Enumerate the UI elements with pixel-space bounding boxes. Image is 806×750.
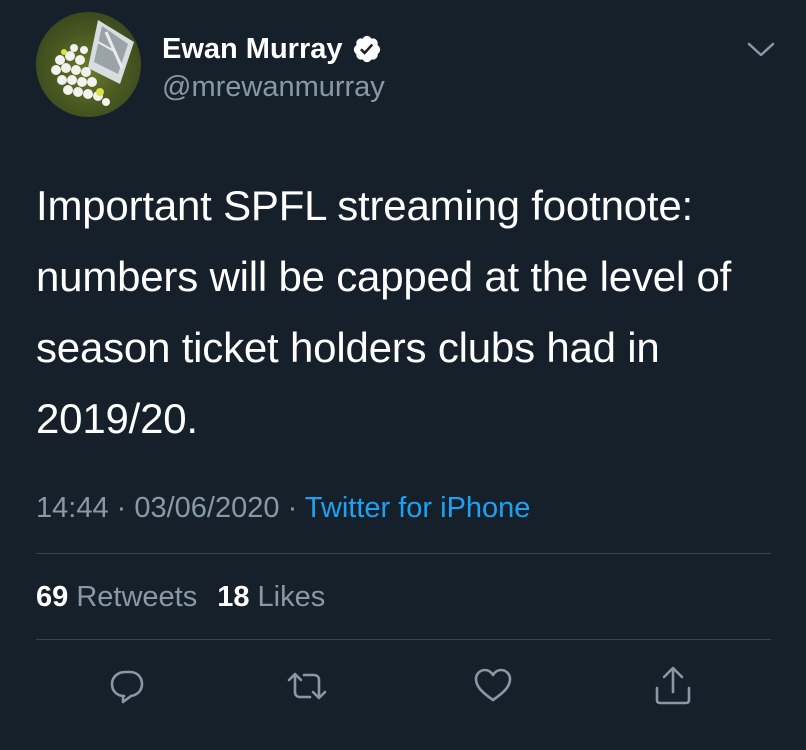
chevron-down-icon xyxy=(747,42,775,57)
likes-count: 18 xyxy=(217,581,250,613)
reply-button[interactable] xyxy=(105,664,149,708)
tweet-time: 14:44 xyxy=(36,492,109,524)
meta-separator: · xyxy=(108,492,135,524)
tweet-meta: 14:44 · 03/06/2020 · Twitter for iPhone xyxy=(36,490,530,526)
retweets-stat[interactable]: 69 Retweets xyxy=(36,581,197,613)
divider xyxy=(36,639,771,640)
likes-stat[interactable]: 18 Likes xyxy=(217,581,325,613)
retweets-label: Retweets xyxy=(76,581,198,613)
tweet-stats: 69 Retweets 18 Likes xyxy=(36,579,325,615)
author-name[interactable]: Ewan Murray xyxy=(162,32,382,66)
author-handle[interactable]: @mrewanmurray xyxy=(162,70,385,104)
more-options-button[interactable] xyxy=(742,34,780,64)
tweet-source-link[interactable]: Twitter for iPhone xyxy=(305,492,531,524)
share-button[interactable] xyxy=(651,664,695,708)
like-icon xyxy=(474,668,512,702)
share-icon xyxy=(655,666,691,705)
author-name-text: Ewan Murray xyxy=(162,33,343,65)
avatar-image xyxy=(51,20,134,106)
likes-label: Likes xyxy=(257,581,326,613)
like-button[interactable] xyxy=(471,664,515,708)
verified-badge-icon xyxy=(352,34,382,64)
tweet-date: 03/06/2020 xyxy=(134,492,280,524)
tweet-text: Important SPFL streaming footnote: numbe… xyxy=(36,182,732,442)
avatar[interactable] xyxy=(36,12,141,117)
retweet-button[interactable] xyxy=(285,664,329,708)
retweets-count: 69 xyxy=(36,581,69,613)
retweet-icon xyxy=(287,672,327,700)
tweet-card: Ewan Murray @mrewanmurray Important SPFL… xyxy=(0,0,806,750)
meta-separator-2: · xyxy=(279,492,305,524)
reply-icon xyxy=(110,670,144,704)
divider xyxy=(36,553,771,554)
